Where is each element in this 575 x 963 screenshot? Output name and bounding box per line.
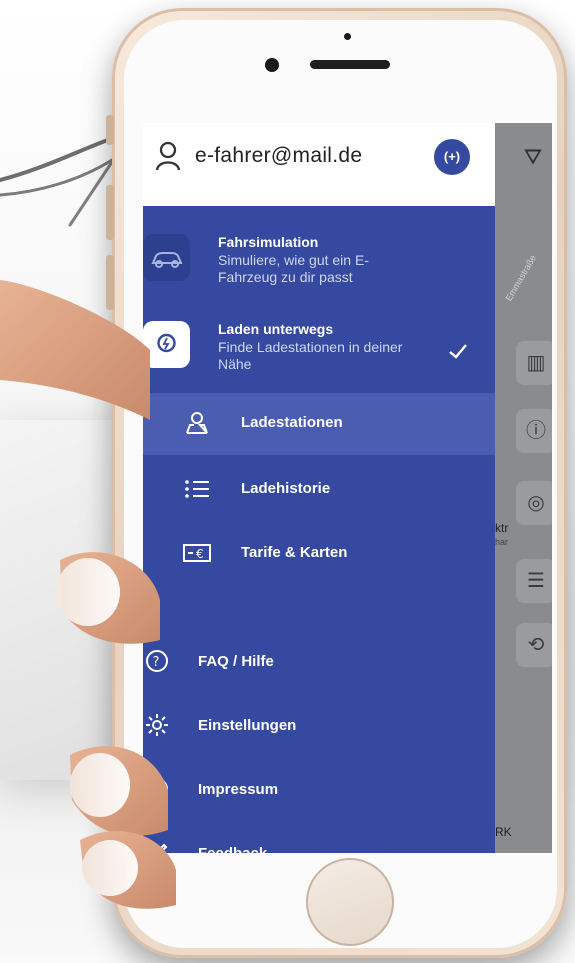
mute-switch [106,115,114,145]
car-icon [143,234,190,281]
help-icon: ? [146,650,168,672]
earpiece-speaker [310,60,390,69]
map-label-partial: har [495,537,509,547]
charging-pin-icon [143,321,190,368]
filter-icon[interactable]: ⛛ [513,137,552,177]
nav-faq[interactable]: ? FAQ / Hilfe [143,639,495,687]
feedback-icon [154,843,168,853]
subnav-label: Ladestationen [241,414,343,431]
nav-feedback[interactable]: Feedback [143,831,495,853]
subnav-tarife-karten[interactable]: € Tarife & Karten [143,523,495,585]
locate-icon[interactable]: ◎ [516,481,552,525]
subnav-ladestationen[interactable]: Ladestationen [143,393,495,455]
map-label-partial: ktr [495,521,509,535]
svg-text:€: € [196,547,204,561]
home-button[interactable] [306,858,394,946]
map-pin-icon [186,412,208,434]
list-icon [185,480,209,498]
phone-screen: ⛛ Emmastraße ▥ ⓘ ◎ ktr har ☰ ⟲ RK e-fahr… [143,123,552,853]
mode-title: Laden unterwegs [218,321,334,337]
subnav-label: Tarife & Karten [241,544,348,561]
user-email: e-fahrer@mail.de [195,144,363,167]
navigation-drawer: e-fahrer@mail.de (+) Fahrsimulation Simu… [143,123,495,853]
volume-up-button [106,185,114,240]
info-circle-icon[interactable]: ⓘ [516,409,552,453]
volume-down-button [106,255,114,310]
route-icon[interactable]: ⟲ [516,623,552,667]
map-view[interactable]: ⛛ Emmastraße ▥ ⓘ ◎ ktr har ☰ ⟲ RK [495,123,552,853]
info-icon [146,778,168,800]
map-street-label: Emmastraße [503,253,538,303]
mode-description: Finde Ladestationen in deiner Nähe [218,339,403,372]
nav-einstellungen[interactable]: Einstellungen [143,703,495,751]
nav-label: Feedback [198,845,267,853]
mode-description: Simuliere, wie gut ein E-Fahrzeug zu dir… [218,252,369,285]
mode-title: Fahrsimulation [218,234,319,250]
person-icon [155,141,181,171]
nav-label: Einstellungen [198,717,297,734]
nav-label: FAQ / Hilfe [198,653,274,670]
mode-laden-unterwegs[interactable]: Laden unterwegs Finde Ladestationen in d… [143,321,495,401]
euro-card-icon: € [183,544,211,562]
svg-text:?: ? [153,655,160,670]
nav-impressum[interactable]: Impressum [143,767,495,815]
drawer-header: e-fahrer@mail.de (+) [143,123,495,206]
subnav-label: Ladehistorie [241,480,331,497]
battery-icon[interactable]: ▥ [516,341,552,385]
gear-icon [146,714,168,736]
subnav-ladehistorie[interactable]: Ladehistorie [143,459,495,521]
front-camera [265,58,279,72]
nav-label: Impressum [198,781,279,798]
list-view-icon[interactable]: ☰ [516,559,552,603]
mode-fahrsimulation[interactable]: Fahrsimulation Simuliere, wie gut ein E-… [143,234,495,314]
switch-account-icon[interactable]: (+) [434,139,470,175]
proximity-sensor [344,33,351,40]
map-label-partial: RK [495,825,512,839]
checkmark-icon [449,344,467,359]
